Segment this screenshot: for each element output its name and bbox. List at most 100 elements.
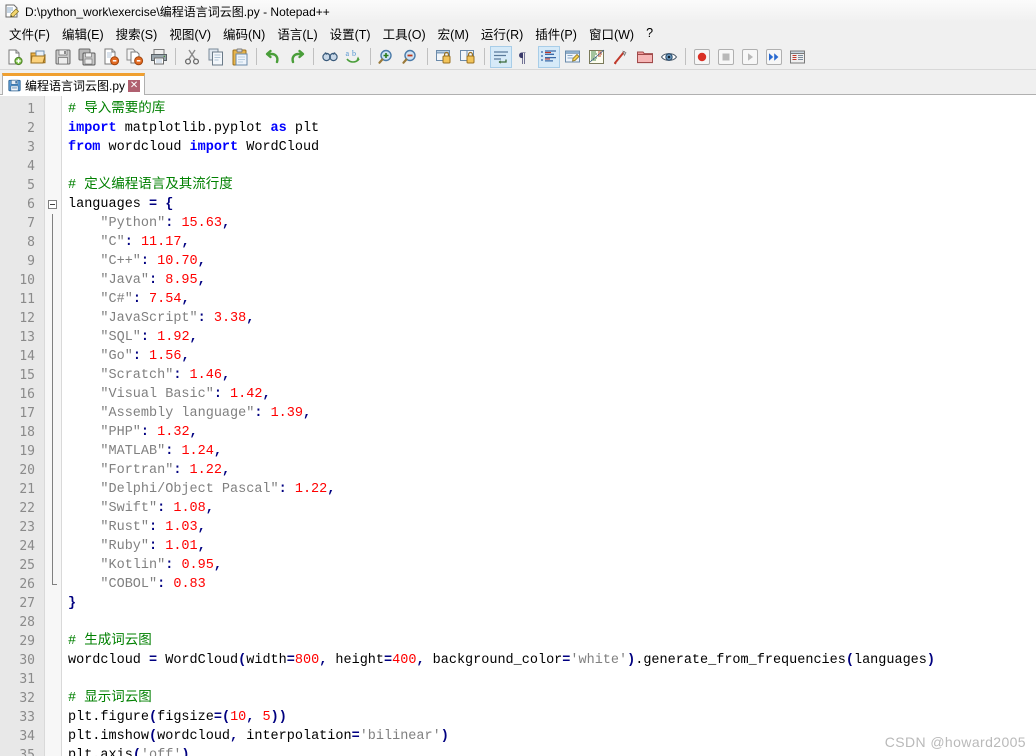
code-folding-margin[interactable] <box>44 96 62 756</box>
code-line[interactable]: "Visual Basic": 1.42, <box>62 385 1036 404</box>
menu-language[interactable]: 语言(L) <box>271 22 323 45</box>
code-token: "Go" <box>68 349 133 364</box>
code-line[interactable]: "JavaScript": 3.38, <box>62 309 1036 328</box>
cut-icon[interactable] <box>181 46 203 68</box>
toolbar-separator <box>427 48 428 65</box>
folder-as-workspace-icon[interactable] <box>634 46 656 68</box>
save-icon[interactable] <box>52 46 74 68</box>
menu-encoding[interactable]: 编码(N) <box>217 22 271 45</box>
menu-window[interactable]: 窗口(W) <box>583 22 640 45</box>
fold-margin-cell <box>45 233 61 252</box>
menu-settings[interactable]: 设置(T) <box>324 22 377 45</box>
word-wrap-icon[interactable] <box>490 45 512 68</box>
code-line[interactable]: "MATLAB": 1.24, <box>62 442 1036 461</box>
code-line[interactable]: "SQL": 1.92, <box>62 328 1036 347</box>
close-file-icon[interactable] <box>100 46 122 68</box>
code-line[interactable]: wordcloud = WordCloud(width=800, height=… <box>62 651 1036 670</box>
menu-view[interactable]: 视图(V) <box>163 22 217 45</box>
menu-edit[interactable]: 编辑(E) <box>56 22 110 45</box>
code-line[interactable]: plt.imshow(wordcloud, interpolation='bil… <box>62 727 1036 746</box>
line-number: 19 <box>19 444 35 459</box>
code-line[interactable]: # 生成词云图 <box>62 632 1036 651</box>
undo-icon[interactable] <box>262 46 284 68</box>
record-macro-icon[interactable] <box>691 46 713 68</box>
code-token: "C#" <box>68 292 133 307</box>
menu-bar: 文件(F) 编辑(E) 搜索(S) 视图(V) 编码(N) 语言(L) 设置(T) 工具(O)… <box>0 22 1036 44</box>
menu-tools[interactable]: 工具(O) <box>377 22 432 45</box>
code-line[interactable]: plt.axis('off') <box>62 746 1036 756</box>
replace-icon[interactable]: ab <box>343 46 365 68</box>
code-token: 1.92 <box>157 330 190 345</box>
monitoring-icon[interactable] <box>658 46 680 68</box>
menu-help[interactable]: ? <box>640 24 659 42</box>
code-line[interactable]: "C#": 7.54, <box>62 290 1036 309</box>
fold-toggle-icon[interactable] <box>45 195 61 214</box>
tab-wordcloud-py[interactable]: 编程语言词云图.py ✕ <box>2 73 146 95</box>
zoom-in-icon[interactable] <box>376 46 398 68</box>
stop-recording-icon[interactable] <box>715 46 737 68</box>
code-line[interactable]: languages = { <box>62 195 1036 214</box>
line-number: 7 <box>27 216 35 231</box>
print-icon[interactable] <box>148 46 170 68</box>
code-line[interactable]: from wordcloud import WordCloud <box>62 138 1036 157</box>
code-token: 10.70 <box>157 254 198 269</box>
zoom-out-icon[interactable] <box>400 46 422 68</box>
paste-icon[interactable] <box>229 46 251 68</box>
document-map-icon[interactable] <box>586 46 608 68</box>
fold-margin-cell <box>45 271 61 290</box>
menu-search[interactable]: 搜索(S) <box>110 22 164 45</box>
open-file-icon[interactable] <box>28 46 50 68</box>
code-line[interactable]: "Delphi/Object Pascal": 1.22, <box>62 480 1036 499</box>
code-line[interactable]: "Kotlin": 0.95, <box>62 556 1036 575</box>
code-text-area[interactable]: # 导入需要的库 import matplotlib.pyplot as plt f… <box>62 96 1036 756</box>
code-line[interactable]: # 显示词云图 <box>62 689 1036 708</box>
sync-vertical-scroll-icon[interactable] <box>433 46 455 68</box>
save-all-icon[interactable] <box>76 46 98 68</box>
code-line[interactable] <box>62 157 1036 176</box>
function-list-icon[interactable] <box>610 46 632 68</box>
code-line[interactable]: "Rust": 1.03, <box>62 518 1036 537</box>
code-line[interactable]: "Fortran": 1.22, <box>62 461 1036 480</box>
find-icon[interactable] <box>319 46 341 68</box>
show-all-characters-icon[interactable]: ¶ <box>514 46 536 68</box>
redo-icon[interactable] <box>286 46 308 68</box>
code-line[interactable]: plt.figure(figsize=(10, 5)) <box>62 708 1036 727</box>
new-file-icon[interactable] <box>4 46 26 68</box>
close-all-files-icon[interactable] <box>124 46 146 68</box>
menu-macro[interactable]: 宏(M) <box>432 22 475 45</box>
line-number: 5 <box>27 178 35 193</box>
code-line[interactable]: "Java": 8.95, <box>62 271 1036 290</box>
editor-area[interactable]: 1 2 3 4 5 6 7 8 9 10 11 12 13 14 15 16 17 18 19 20 21 22 23 24 2… <box>0 95 1036 756</box>
code-line[interactable]: "Assembly language": 1.39, <box>62 404 1036 423</box>
run-macro-multiple-icon[interactable] <box>763 46 785 68</box>
code-line[interactable]: "C++": 10.70, <box>62 252 1036 271</box>
code-line[interactable]: # 定义编程语言及其流行度 <box>62 176 1036 195</box>
code-line[interactable] <box>62 613 1036 632</box>
code-line[interactable]: } <box>62 594 1036 613</box>
code-line[interactable]: "Ruby": 1.01, <box>62 537 1036 556</box>
save-macro-icon[interactable] <box>787 46 809 68</box>
code-line[interactable] <box>62 670 1036 689</box>
code-line[interactable]: "Go": 1.56, <box>62 347 1036 366</box>
user-defined-language-icon[interactable] <box>562 46 584 68</box>
menu-plugins[interactable]: 插件(P) <box>529 22 583 45</box>
code-line[interactable]: "Scratch": 1.46, <box>62 366 1036 385</box>
code-line[interactable]: "Python": 15.63, <box>62 214 1036 233</box>
indent-guide-icon[interactable] <box>538 45 560 68</box>
code-line[interactable]: "Swift": 1.08, <box>62 499 1036 518</box>
play-macro-icon[interactable] <box>739 46 761 68</box>
code-line[interactable]: # 导入需要的库 <box>62 100 1036 119</box>
copy-icon[interactable] <box>205 46 227 68</box>
code-line[interactable]: "COBOL": 0.83 <box>62 575 1036 594</box>
code-line[interactable]: "C": 11.17, <box>62 233 1036 252</box>
close-icon[interactable]: ✕ <box>128 79 141 92</box>
code-line[interactable]: import matplotlib.pyplot as plt <box>62 119 1036 138</box>
code-token: "COBOL" <box>68 577 158 592</box>
menu-run[interactable]: 运行(R) <box>475 22 529 45</box>
sync-horizontal-scroll-icon[interactable] <box>457 46 479 68</box>
code-line[interactable]: "PHP": 1.32, <box>62 423 1036 442</box>
fold-margin-cell <box>45 556 61 575</box>
menu-file[interactable]: 文件(F) <box>3 22 56 45</box>
code-token: "Ruby" <box>68 539 150 554</box>
